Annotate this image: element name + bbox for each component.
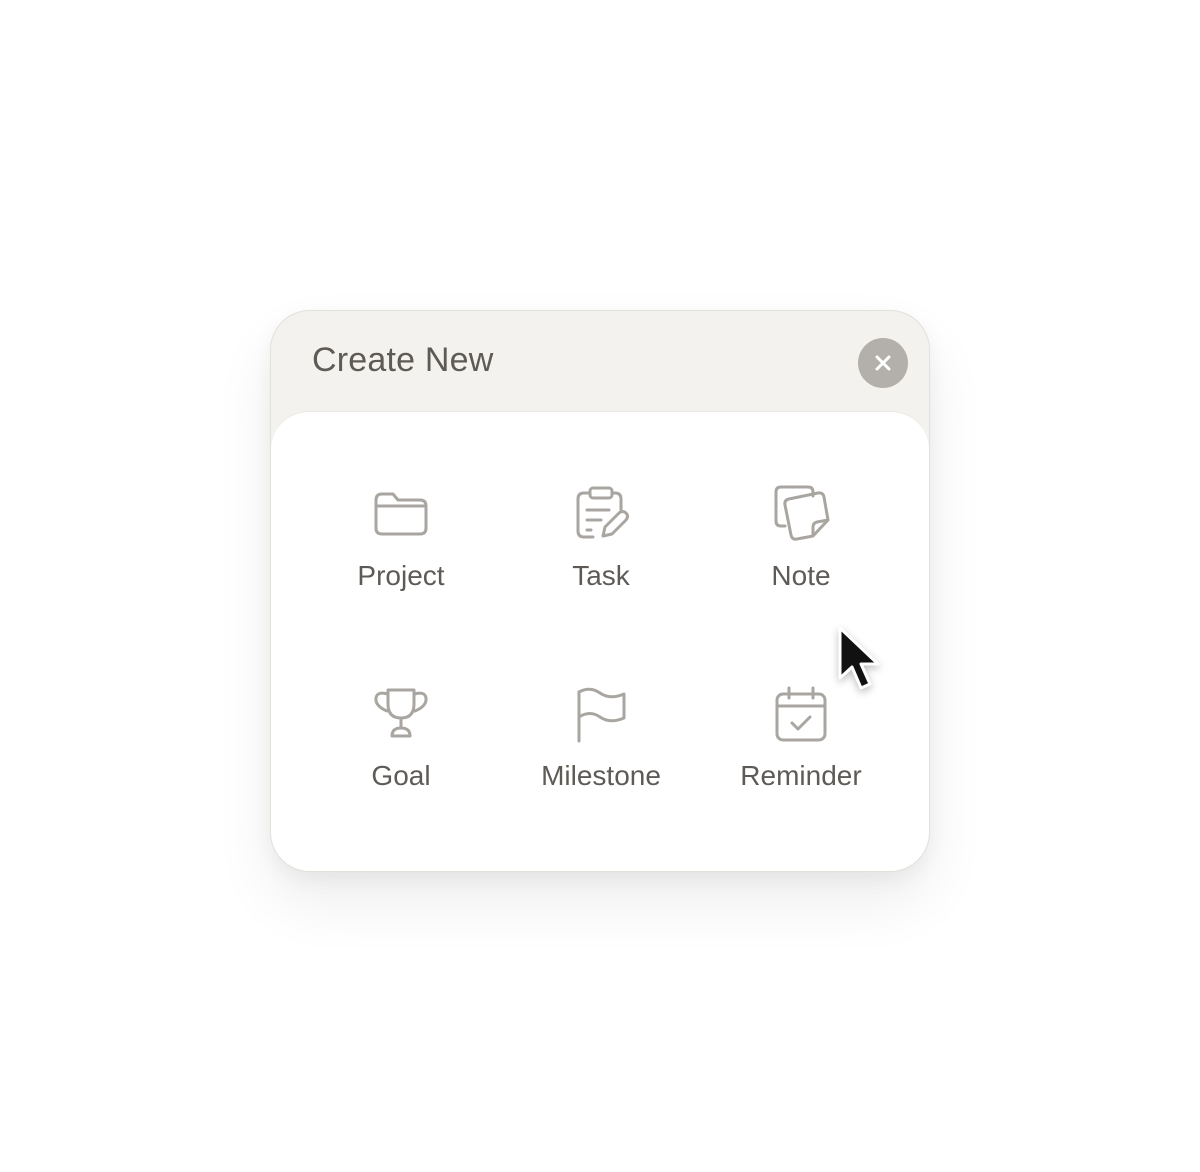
task-label: Task: [572, 560, 630, 591]
create-note-option[interactable]: Note: [711, 484, 891, 614]
goal-label: Goal: [371, 760, 431, 791]
create-reminder-option[interactable]: Reminder: [711, 684, 891, 814]
trophy-icon: [374, 688, 428, 738]
folder-icon: [374, 492, 428, 536]
create-goal-option[interactable]: Goal: [311, 684, 491, 814]
mouse-pointer-icon: [838, 626, 880, 690]
create-task-option[interactable]: Task: [511, 484, 691, 614]
options-panel: Project Task Note Goal Milestone Reminde…: [271, 411, 929, 871]
create-project-option[interactable]: Project: [311, 484, 491, 614]
dialog-header: Create New: [271, 311, 929, 411]
milestone-label: Milestone: [541, 760, 661, 791]
clipboard-edit-icon: [576, 486, 629, 539]
create-new-dialog: Create New Project Task Note Goal Milest…: [270, 310, 930, 872]
project-label: Project: [357, 560, 445, 591]
flag-icon: [577, 687, 626, 743]
notes-stack-icon: [774, 485, 830, 541]
calendar-check-icon: [775, 686, 827, 742]
dialog-title: Create New: [312, 341, 494, 379]
reminder-label: Reminder: [740, 760, 862, 791]
create-milestone-option[interactable]: Milestone: [511, 684, 691, 814]
close-button[interactable]: [858, 338, 908, 388]
close-icon: [875, 355, 891, 371]
note-label: Note: [771, 560, 831, 591]
